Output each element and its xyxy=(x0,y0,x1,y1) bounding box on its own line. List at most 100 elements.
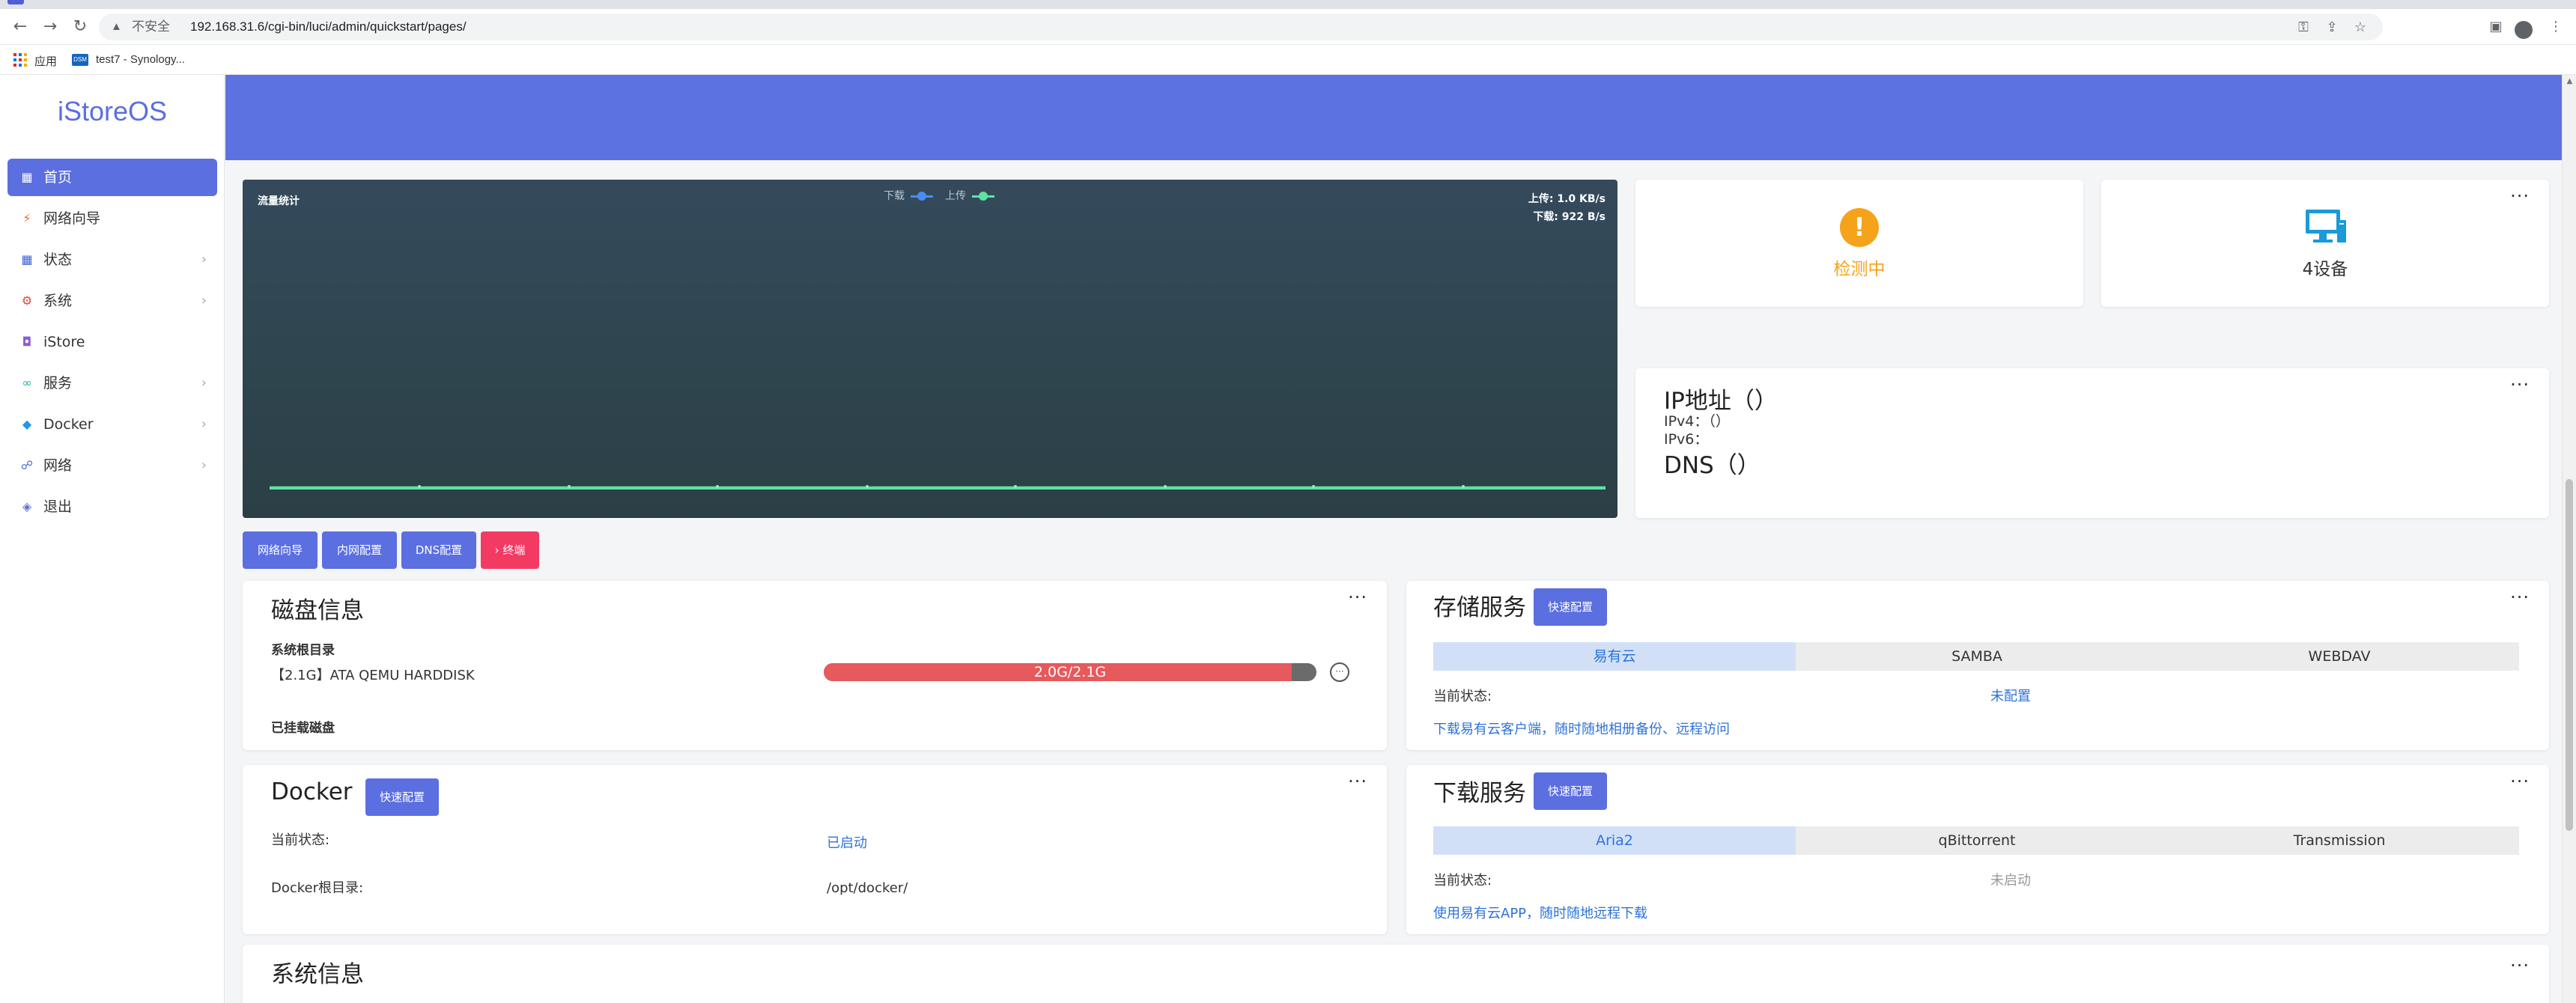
sidebar-item-label: 网络 xyxy=(43,457,73,474)
browser-tab[interactable] xyxy=(7,0,24,4)
download-status-label: 当前状态: xyxy=(1433,873,1492,888)
tab-aria2[interactable]: Aria2 xyxy=(1433,826,1796,855)
upload-speed: 上传: 1.0 KB/s xyxy=(1528,193,1606,205)
chevron-right-icon: › xyxy=(201,293,207,308)
sidebar-item-status[interactable]: ▦ 状态 › xyxy=(7,241,217,278)
more-icon[interactable]: ··· xyxy=(2510,187,2530,205)
share-icon[interactable]: ⇪ xyxy=(2321,13,2342,40)
disk-usage-bar: 2.0G/2.1G xyxy=(824,663,1316,681)
bookmark-star-icon[interactable]: ☆ xyxy=(2350,13,2371,40)
sidebar-item-label: 首页 xyxy=(43,169,73,186)
docker-icon: ◆ xyxy=(22,417,32,431)
bookmark-synology[interactable]: test7 - Synology... xyxy=(96,53,185,66)
download-service-card: ··· 下载服务 快速配置 Aria2 qBittorrent Transmis… xyxy=(1406,765,2549,934)
disk-title: 磁盘信息 xyxy=(271,597,364,624)
bookmarks-bar: 应用 DSM test7 - Synology... xyxy=(0,45,2576,75)
sidebar-item-logout[interactable]: ◈ 退出 xyxy=(7,488,217,525)
browser-toolbar: ← → ↻ ▲ 不安全 192.168.31.6/cgi-bin/luci/ad… xyxy=(0,9,2576,45)
storage-download-link[interactable]: 下载易有云客户端，随时随地相册备份、远程访问 xyxy=(1433,719,1730,738)
sidebar-item-network-wizard[interactable]: ⚡ 网络向导 xyxy=(7,200,217,237)
tab-transmission[interactable]: Transmission xyxy=(2158,826,2521,855)
sidebar-item-label: iStore xyxy=(43,334,85,350)
page-scrollbar[interactable]: ▲ xyxy=(2562,75,2576,1003)
devices-count: 4设备 xyxy=(2302,260,2348,279)
legend-upload-label[interactable]: 上传 xyxy=(945,189,966,204)
address-bar[interactable]: ▲ 不安全 192.168.31.6/cgi-bin/luci/admin/qu… xyxy=(99,13,2383,40)
more-icon[interactable]: ··· xyxy=(2510,588,2530,606)
upload-data-point xyxy=(1014,485,1017,488)
upload-data-point xyxy=(716,485,719,488)
more-icon[interactable]: ··· xyxy=(1348,772,1367,790)
storage-quick-config-button[interactable]: 快速配置 xyxy=(1534,588,1607,626)
download-speed: 下载: 922 B/s xyxy=(1533,211,1606,223)
disk-info-card: ··· 磁盘信息 系统根目录 【2.1G】ATA QEMU HARDDISK 2… xyxy=(243,581,1387,750)
more-icon[interactable]: ··· xyxy=(2510,772,2530,790)
more-icon[interactable]: ··· xyxy=(1348,588,1367,606)
chevron-right-icon: › xyxy=(201,251,207,267)
sidebar-item-network[interactable]: ☍ 网络 › xyxy=(7,447,217,484)
reload-icon[interactable]: ↻ xyxy=(69,16,91,37)
lan-config-button[interactable]: 内网配置 xyxy=(322,531,397,569)
app-logo[interactable]: iStoreOS xyxy=(0,96,225,127)
security-status[interactable]: 不安全 xyxy=(132,13,170,40)
warning-wrap: ! xyxy=(1635,208,2083,247)
docker-card: ··· Docker 快速配置 当前状态: 已启动 Docker根目录: /op… xyxy=(243,765,1387,934)
tab-samba[interactable]: SAMBA xyxy=(1796,642,2158,671)
warning-icon[interactable]: ▲ xyxy=(111,13,122,40)
disk-more-icon[interactable]: ··· xyxy=(1330,662,1349,682)
profile-avatar[interactable] xyxy=(2515,21,2533,39)
more-icon[interactable]: ··· xyxy=(2510,376,2530,394)
bookmark-apps[interactable]: 应用 xyxy=(34,53,57,69)
network-wizard-button[interactable]: 网络向导 xyxy=(243,531,318,569)
scroll-thumb[interactable] xyxy=(2566,479,2573,831)
upload-data-point xyxy=(1164,485,1167,488)
terminal-button[interactable]: › 终端 xyxy=(481,531,539,569)
browser-menu-icon[interactable]: ⋮ xyxy=(2545,16,2567,37)
more-icon[interactable]: ··· xyxy=(2510,957,2530,975)
logout-icon: ◈ xyxy=(22,499,32,513)
sidebar-item-system[interactable]: ⚙ 系统 › xyxy=(7,282,217,320)
legend-download-marker xyxy=(911,192,933,201)
back-icon[interactable]: ← xyxy=(9,16,31,37)
tab-qbittorrent[interactable]: qBittorrent xyxy=(1796,826,2158,855)
legend-download-label[interactable]: 下载 xyxy=(884,189,905,204)
dns-config-button[interactable]: DNS配置 xyxy=(401,531,476,569)
monitor-icon xyxy=(2306,210,2346,243)
docker-title: Docker xyxy=(271,778,353,805)
side-panel-icon[interactable]: ▣ xyxy=(2485,16,2507,37)
apps-grid-icon[interactable] xyxy=(13,53,27,67)
devices-card[interactable]: ··· 4设备 xyxy=(2101,180,2549,307)
tab-yiyouyun[interactable]: 易有云 xyxy=(1433,642,1796,671)
url-text[interactable]: 192.168.31.6/cgi-bin/luci/admin/quicksta… xyxy=(190,13,467,40)
forward-icon[interactable]: → xyxy=(39,16,61,37)
key-icon[interactable]: ⚿ xyxy=(2293,13,2314,40)
scroll-up-icon[interactable]: ▲ xyxy=(2563,75,2576,88)
download-status-value: 未启动 xyxy=(1990,873,2031,888)
sidebar-item-home[interactable]: ▦ 首页 xyxy=(7,159,217,196)
system-info-card: ··· 系统信息 xyxy=(243,945,2549,1003)
network-icon: ☍ xyxy=(20,458,34,472)
tab-webdav[interactable]: WEBDAV xyxy=(2158,642,2521,671)
storage-service-card: ··· 存储服务 快速配置 易有云 SAMBA WEBDAV 当前状态: 未配置… xyxy=(1406,581,2549,750)
disk-usage-text: 2.0G/2.1G xyxy=(1033,664,1107,680)
chevron-right-icon: › xyxy=(201,375,207,391)
header-banner xyxy=(225,75,2562,160)
docker-quick-config-button[interactable]: 快速配置 xyxy=(365,778,439,816)
docker-root-value: /opt/docker/ xyxy=(827,880,908,896)
chevron-right-icon: › xyxy=(201,457,207,473)
warning-icon: ! xyxy=(1840,208,1879,247)
sidebar-item-label: 系统 xyxy=(43,293,73,309)
storage-status-value[interactable]: 未配置 xyxy=(1990,686,2031,705)
sidebar-item-istore[interactable]: ◘ iStore xyxy=(7,323,217,361)
ip-info-card: ··· IP地址（） IPv4：（） IPv6： DNS（） xyxy=(1635,368,2549,518)
download-quick-config-button[interactable]: 快速配置 xyxy=(1534,772,1607,810)
status-icon: ▦ xyxy=(21,252,33,266)
dashboard-icon: ▦ xyxy=(21,170,33,184)
sidebar-item-docker[interactable]: ◆ Docker › xyxy=(7,406,217,443)
network-state-text: 检测中 xyxy=(1833,260,1886,279)
monitor-icon-wrap xyxy=(2101,207,2549,251)
download-app-link[interactable]: 使用易有云APP，随时随地远程下载 xyxy=(1433,903,1647,922)
docker-status-value: 已启动 xyxy=(827,835,867,851)
sidebar: iStoreOS ▦ 首页 ⚡ 网络向导 ▦ 状态 › ⚙ 系统 › ◘ iSt… xyxy=(0,75,225,1003)
sidebar-item-services[interactable]: ∞ 服务 › xyxy=(7,365,217,402)
